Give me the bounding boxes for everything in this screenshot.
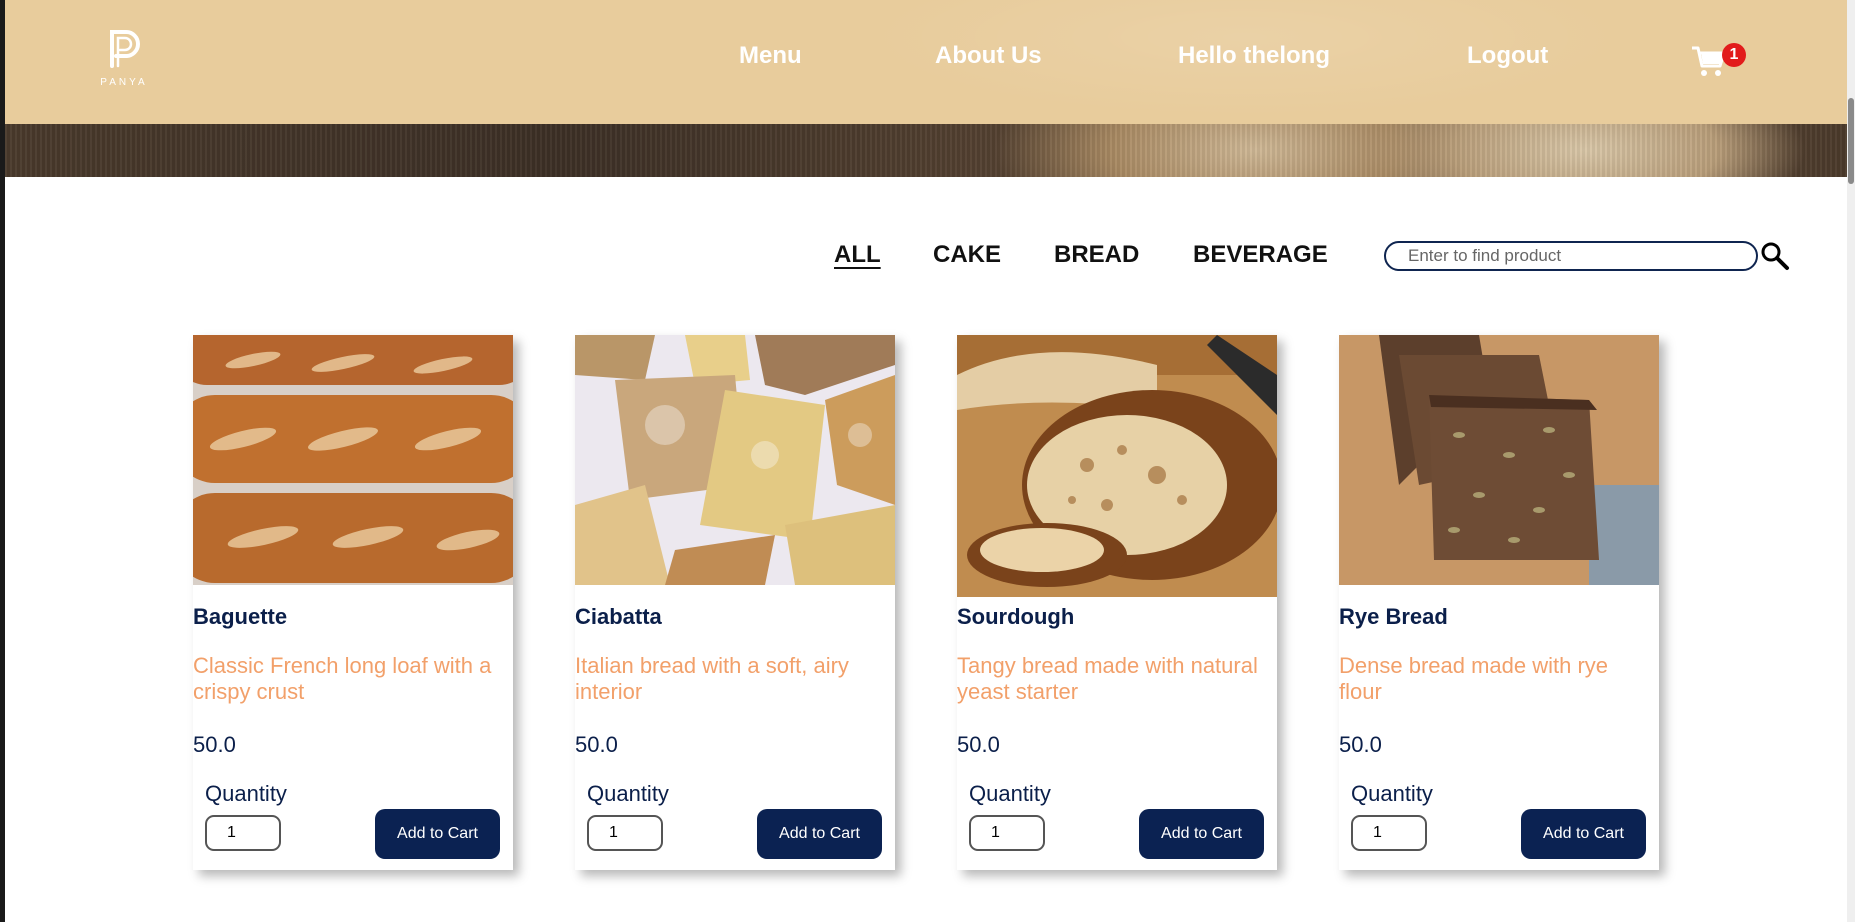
navbar: PANYA Menu About Us Hello thelong Logout — [5, 0, 1847, 124]
quantity-label: Quantity — [205, 781, 287, 806]
nav-about-link[interactable]: About Us — [935, 42, 1042, 70]
quantity-input[interactable] — [205, 815, 281, 851]
product-card-ciabatta: Ciabatta Italian bread with a soft, airy… — [575, 335, 895, 870]
nav-logout-link[interactable]: Logout — [1467, 42, 1548, 70]
filter-cake[interactable]: CAKE — [933, 241, 1001, 269]
filter-all[interactable]: ALL — [834, 241, 881, 269]
hero-texture — [5, 124, 1847, 177]
filter-bread[interactable]: BREAD — [1054, 241, 1139, 269]
add-to-cart-button[interactable]: Add to Cart — [1139, 809, 1264, 859]
add-to-cart-button[interactable]: Add to Cart — [757, 809, 882, 859]
product-card-rye-bread: Rye Bread Dense bread made with rye flou… — [1339, 335, 1659, 870]
search-input[interactable] — [1384, 241, 1758, 271]
product-card-baguette: Baguette Classic French long loaf with a… — [193, 335, 513, 870]
product-description: Dense bread made with rye flour — [1339, 653, 1609, 704]
product-image-ciabatta[interactable] — [575, 335, 895, 585]
product-description: Tangy bread made with natural yeast star… — [957, 653, 1258, 704]
nav-menu-link[interactable]: Menu — [739, 42, 802, 70]
product-name: Ciabatta — [575, 604, 662, 629]
product-name: Rye Bread — [1339, 604, 1448, 629]
add-to-cart-button[interactable]: Add to Cart — [1521, 809, 1646, 859]
cart-icon[interactable] — [1691, 44, 1727, 78]
scrollbar-thumb[interactable] — [1848, 98, 1854, 184]
logo-text: PANYA — [100, 77, 148, 88]
filter-beverage[interactable]: BEVERAGE — [1193, 241, 1328, 269]
add-to-cart-button[interactable]: Add to Cart — [375, 809, 500, 859]
product-price: 50.0 — [1339, 732, 1382, 757]
quantity-input[interactable] — [969, 815, 1045, 851]
product-price: 50.0 — [957, 732, 1000, 757]
product-description: Italian bread with a soft, airy interior — [575, 653, 849, 704]
quantity-label: Quantity — [969, 781, 1051, 806]
product-name: Sourdough — [957, 604, 1075, 629]
nav-user-greeting[interactable]: Hello thelong — [1178, 42, 1330, 70]
quantity-label: Quantity — [587, 781, 669, 806]
quantity-input[interactable] — [1351, 815, 1427, 851]
product-image-baguette[interactable] — [193, 335, 513, 585]
quantity-label: Quantity — [1351, 781, 1433, 806]
product-card-sourdough: Sourdough Tangy bread made with natural … — [957, 335, 1277, 870]
search-icon[interactable] — [1760, 241, 1790, 271]
product-price: 50.0 — [575, 732, 618, 757]
cart-count-badge[interactable]: 1 — [1722, 43, 1746, 67]
scrollbar[interactable] — [1847, 0, 1855, 922]
product-description: Classic French long loaf with a crispy c… — [193, 653, 492, 704]
quantity-input[interactable] — [587, 815, 663, 851]
hero-banner: PANYA Menu About Us Hello thelong Logout — [5, 0, 1847, 177]
product-image-sourdough[interactable] — [957, 335, 1277, 597]
product-price: 50.0 — [193, 732, 236, 757]
product-name: Baguette — [193, 604, 288, 629]
logo-p-icon — [110, 30, 140, 68]
product-image-rye-bread[interactable] — [1339, 335, 1659, 585]
logo[interactable]: PANYA — [93, 26, 155, 90]
